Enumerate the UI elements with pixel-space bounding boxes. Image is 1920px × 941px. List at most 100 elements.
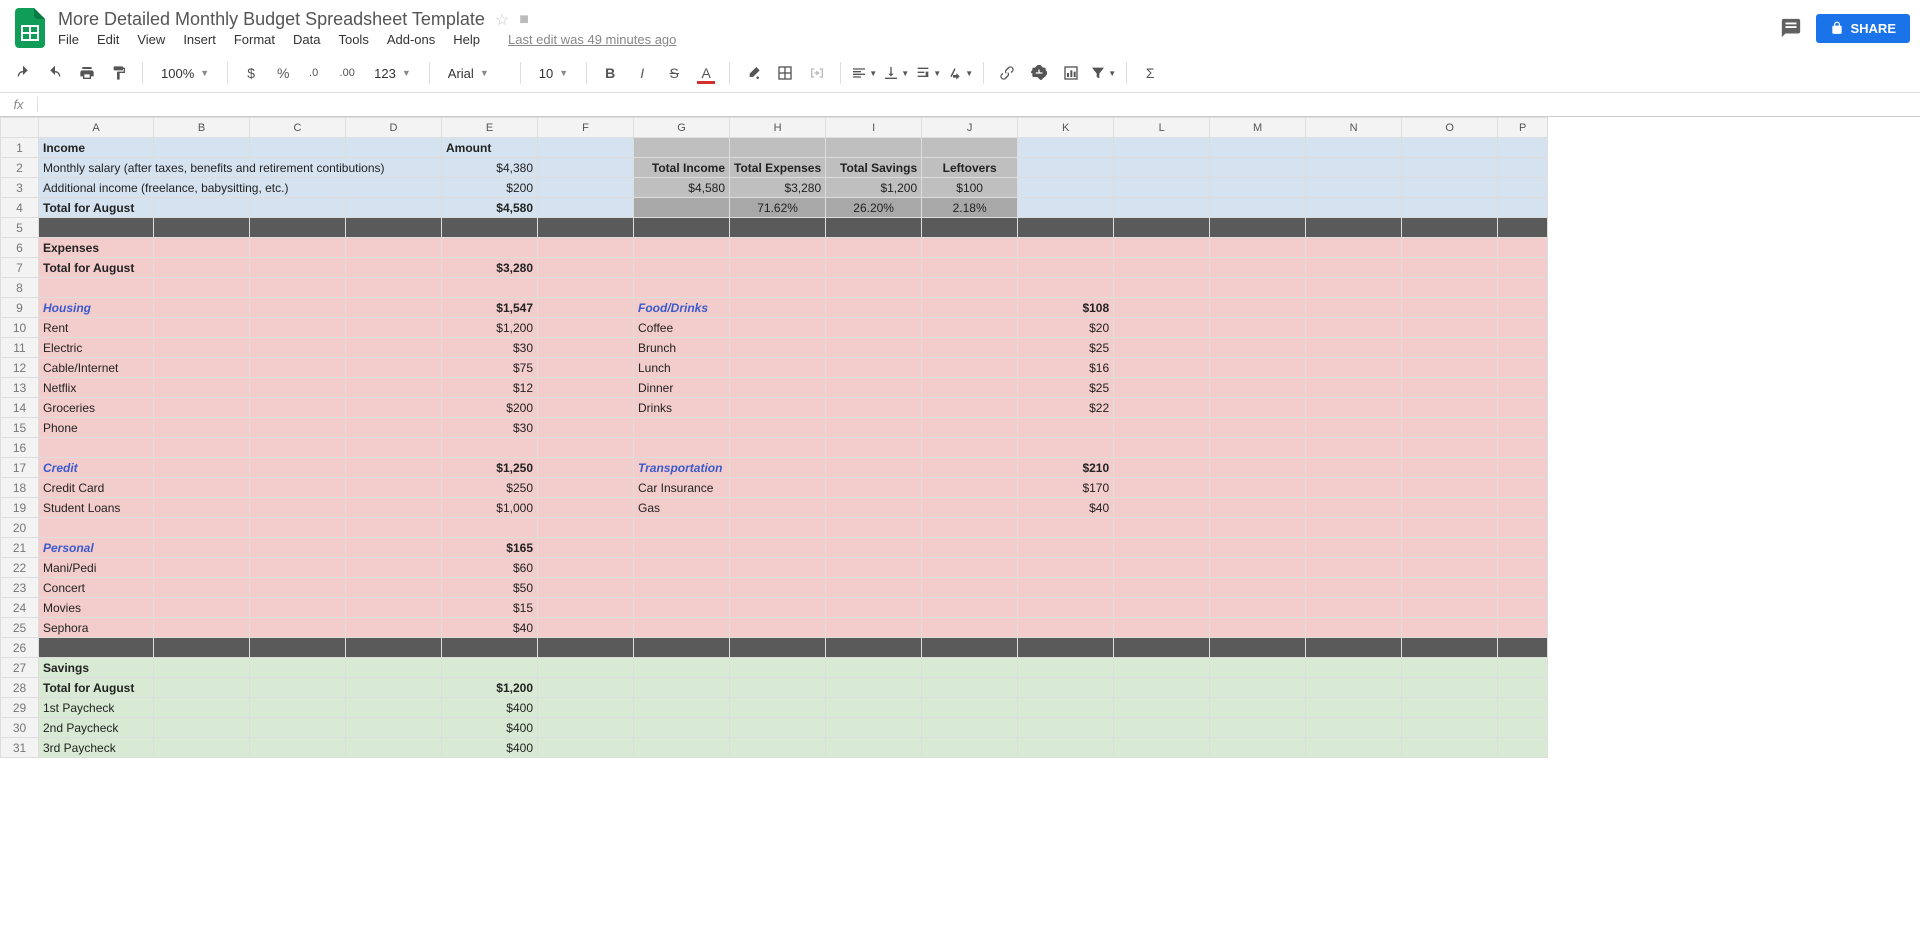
cell-F4[interactable] bbox=[538, 198, 634, 218]
merge-button[interactable] bbox=[804, 60, 830, 86]
valign-button[interactable]: ▼ bbox=[883, 60, 909, 86]
folder-icon[interactable]: ■ bbox=[519, 11, 529, 29]
cell-P2[interactable] bbox=[1498, 158, 1548, 178]
cell-B7[interactable] bbox=[154, 258, 250, 278]
cell-K1[interactable] bbox=[1018, 138, 1114, 158]
cell-F8[interactable] bbox=[538, 278, 634, 298]
cell-A13[interactable]: Netflix bbox=[39, 378, 154, 398]
cell-P13[interactable] bbox=[1498, 378, 1548, 398]
cell-E18[interactable]: $250 bbox=[442, 478, 538, 498]
cell-B31[interactable] bbox=[154, 738, 250, 758]
cell-C14[interactable] bbox=[250, 398, 346, 418]
cell-P20[interactable] bbox=[1498, 518, 1548, 538]
cell-A14[interactable]: Groceries bbox=[39, 398, 154, 418]
cell-F16[interactable] bbox=[538, 438, 634, 458]
cell-B23[interactable] bbox=[154, 578, 250, 598]
cell-N9[interactable] bbox=[1306, 298, 1402, 318]
cell-E7[interactable]: $3,280 bbox=[442, 258, 538, 278]
cell-L13[interactable] bbox=[1114, 378, 1210, 398]
zoom-select[interactable]: 100%▼ bbox=[153, 60, 217, 86]
cell-E4[interactable]: $4,580 bbox=[442, 198, 538, 218]
cell-B21[interactable] bbox=[154, 538, 250, 558]
cell-P19[interactable] bbox=[1498, 498, 1548, 518]
cell-O15[interactable] bbox=[1402, 418, 1498, 438]
cell-E20[interactable] bbox=[442, 518, 538, 538]
italic-button[interactable]: I bbox=[629, 60, 655, 86]
cell-P15[interactable] bbox=[1498, 418, 1548, 438]
cell-H13[interactable] bbox=[730, 378, 826, 398]
cell-B24[interactable] bbox=[154, 598, 250, 618]
cell-P27[interactable] bbox=[1498, 658, 1548, 678]
cell-D29[interactable] bbox=[346, 698, 442, 718]
cell-E28[interactable]: $1,200 bbox=[442, 678, 538, 698]
col-header-L[interactable]: L bbox=[1114, 118, 1210, 138]
cell-L7[interactable] bbox=[1114, 258, 1210, 278]
col-header-E[interactable]: E bbox=[442, 118, 538, 138]
cell-B8[interactable] bbox=[154, 278, 250, 298]
cell-L10[interactable] bbox=[1114, 318, 1210, 338]
menu-view[interactable]: View bbox=[137, 32, 165, 47]
cell-G16[interactable] bbox=[634, 438, 730, 458]
cell-O21[interactable] bbox=[1402, 538, 1498, 558]
cell-P30[interactable] bbox=[1498, 718, 1548, 738]
cell-A25[interactable]: Sephora bbox=[39, 618, 154, 638]
chart-button[interactable] bbox=[1058, 60, 1084, 86]
text-color-button[interactable]: A bbox=[693, 60, 719, 86]
cell-N14[interactable] bbox=[1306, 398, 1402, 418]
cell-G8[interactable] bbox=[634, 278, 730, 298]
cell-G14[interactable]: Drinks bbox=[634, 398, 730, 418]
cell-K21[interactable] bbox=[1018, 538, 1114, 558]
cell-D1[interactable] bbox=[346, 138, 442, 158]
cell-P12[interactable] bbox=[1498, 358, 1548, 378]
cell-L15[interactable] bbox=[1114, 418, 1210, 438]
row-header-23[interactable]: 23 bbox=[1, 578, 39, 598]
menu-edit[interactable]: Edit bbox=[97, 32, 119, 47]
star-icon[interactable]: ☆ bbox=[495, 10, 509, 30]
doc-title[interactable]: More Detailed Monthly Budget Spreadsheet… bbox=[58, 9, 485, 30]
print-button[interactable] bbox=[74, 60, 100, 86]
cell-C24[interactable] bbox=[250, 598, 346, 618]
menu-format[interactable]: Format bbox=[234, 32, 275, 47]
cell-K23[interactable] bbox=[1018, 578, 1114, 598]
rotate-button[interactable]: ▼ bbox=[947, 60, 973, 86]
increase-decimal-button[interactable]: .00 bbox=[334, 60, 360, 86]
col-header-K[interactable]: K bbox=[1018, 118, 1114, 138]
cell-A3[interactable]: Additional income (freelance, babysittin… bbox=[39, 178, 442, 198]
row-header-28[interactable]: 28 bbox=[1, 678, 39, 698]
cell-G25[interactable] bbox=[634, 618, 730, 638]
cell-F9[interactable] bbox=[538, 298, 634, 318]
cell-K4[interactable] bbox=[1018, 198, 1114, 218]
cell-D17[interactable] bbox=[346, 458, 442, 478]
cell-F25[interactable] bbox=[538, 618, 634, 638]
cell-J19[interactable] bbox=[922, 498, 1018, 518]
cell-P3[interactable] bbox=[1498, 178, 1548, 198]
comment-button[interactable] bbox=[1026, 60, 1052, 86]
cell-J8[interactable] bbox=[922, 278, 1018, 298]
cell-A17[interactable]: Credit bbox=[39, 458, 154, 478]
cell-O14[interactable] bbox=[1402, 398, 1498, 418]
cell-L28[interactable] bbox=[1114, 678, 1210, 698]
cell-L19[interactable] bbox=[1114, 498, 1210, 518]
cell-P7[interactable] bbox=[1498, 258, 1548, 278]
cell-A7[interactable]: Total for August bbox=[39, 258, 154, 278]
cell-E25[interactable]: $40 bbox=[442, 618, 538, 638]
cell-F19[interactable] bbox=[538, 498, 634, 518]
cell-I17[interactable] bbox=[826, 458, 922, 478]
cell-H15[interactable] bbox=[730, 418, 826, 438]
cell-F11[interactable] bbox=[538, 338, 634, 358]
cell-H27[interactable] bbox=[730, 658, 826, 678]
cell-H1[interactable] bbox=[730, 138, 826, 158]
row-header-3[interactable]: 3 bbox=[1, 178, 39, 198]
cell-O9[interactable] bbox=[1402, 298, 1498, 318]
cell-K11[interactable]: $25 bbox=[1018, 338, 1114, 358]
cell-M18[interactable] bbox=[1210, 478, 1306, 498]
cell-N13[interactable] bbox=[1306, 378, 1402, 398]
row-header-21[interactable]: 21 bbox=[1, 538, 39, 558]
cell-J3[interactable]: $100 bbox=[922, 178, 1018, 198]
cell-O7[interactable] bbox=[1402, 258, 1498, 278]
cell-K30[interactable] bbox=[1018, 718, 1114, 738]
cell-A23[interactable]: Concert bbox=[39, 578, 154, 598]
cell-M31[interactable] bbox=[1210, 738, 1306, 758]
cell-N5[interactable] bbox=[1306, 218, 1402, 238]
cell-N20[interactable] bbox=[1306, 518, 1402, 538]
